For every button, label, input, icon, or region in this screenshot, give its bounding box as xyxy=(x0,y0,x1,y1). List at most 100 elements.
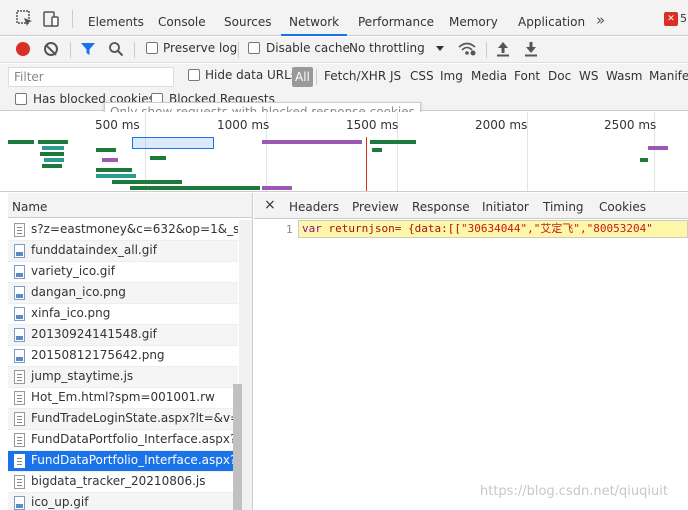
code-keyword: var xyxy=(302,222,322,235)
request-row[interactable]: 20130924141548.gif xyxy=(8,325,238,346)
request-row[interactable]: bigdata_tracker_20210806.js xyxy=(8,472,238,493)
timeline-bar xyxy=(150,156,166,160)
filter-type-fetch-xhr[interactable]: Fetch/XHR xyxy=(324,69,386,83)
timeline-bar xyxy=(96,148,116,152)
document-file-icon xyxy=(14,412,25,426)
more-tabs-chevron-icon[interactable]: » xyxy=(596,11,605,29)
request-name: bigdata_tracker_20210806.js xyxy=(31,474,206,488)
tab-network[interactable]: Network xyxy=(280,0,348,36)
watermark: https://blog.csdn.net/qiuqiuit xyxy=(480,484,668,499)
request-row[interactable]: funddataindex_all.gif xyxy=(8,241,238,262)
tab-memory[interactable]: Memory xyxy=(449,0,498,36)
tick-label: 1000 ms xyxy=(217,118,270,132)
filter-type-ws[interactable]: WS xyxy=(579,69,598,83)
request-row[interactable]: FundDataPortfolio_Interface.aspx?dt=1 xyxy=(8,430,238,451)
image-file-icon xyxy=(14,496,25,510)
tick-label: 1500 ms xyxy=(346,118,399,132)
timeline-bar xyxy=(96,174,136,178)
filter-type-media[interactable]: Media xyxy=(471,69,507,83)
filter-type-img[interactable]: Img xyxy=(440,69,463,83)
timeline-selection[interactable] xyxy=(132,137,214,149)
filter-all-button[interactable]: All xyxy=(292,67,313,87)
tab-elements[interactable]: Elements xyxy=(88,0,144,36)
filter-type-wasm[interactable]: Wasm xyxy=(606,69,642,83)
filter-type-doc[interactable]: Doc xyxy=(548,69,571,83)
tab-headers[interactable]: Headers xyxy=(289,200,339,214)
tab-timing[interactable]: Timing xyxy=(543,200,584,214)
request-name: 20130924141548.gif xyxy=(31,327,157,341)
timeline-bar xyxy=(40,152,64,156)
request-name: FundDataPortfolio_Interface.aspx?dt=1 xyxy=(31,453,238,467)
tab-initiator[interactable]: Initiator xyxy=(482,200,529,214)
request-row[interactable]: s?z=eastmoney&c=632&op=1&_sp=3 xyxy=(8,220,238,241)
request-name: xinfa_ico.png xyxy=(31,306,111,320)
image-file-icon xyxy=(14,328,25,342)
request-row[interactable]: FundTradeLoginState.aspx?lt=&v=0.97 xyxy=(8,409,238,430)
tab-application[interactable]: Application xyxy=(518,0,585,36)
image-file-icon xyxy=(14,286,25,300)
request-row[interactable]: variety_ico.gif xyxy=(8,262,238,283)
request-row[interactable]: xinfa_ico.png xyxy=(8,304,238,325)
tab-performance[interactable]: Performance xyxy=(358,0,434,36)
search-icon[interactable] xyxy=(108,41,124,57)
filter-input[interactable] xyxy=(8,67,174,87)
filter-type-js[interactable]: JS xyxy=(390,69,401,83)
filter-separator xyxy=(316,69,317,85)
network-overview-timeline[interactable]: 500 ms 1000 ms 1500 ms 2000 ms 2500 ms xyxy=(0,112,688,192)
request-name: FundDataPortfolio_Interface.aspx?dt=1 xyxy=(31,432,238,446)
tab-separator xyxy=(72,10,73,28)
request-row[interactable]: FundDataPortfolio_Interface.aspx?dt=1 xyxy=(8,451,238,472)
tab-response[interactable]: Response xyxy=(403,200,479,221)
record-icon[interactable] xyxy=(16,42,30,56)
inspect-element-icon[interactable] xyxy=(16,10,34,28)
disable-cache-checkbox[interactable] xyxy=(248,42,260,54)
request-row[interactable]: Hot_Em.html?spm=001001.rw xyxy=(8,388,238,409)
timeline-bar xyxy=(112,180,182,184)
preserve-log-checkbox[interactable] xyxy=(146,42,158,54)
import-har-icon[interactable] xyxy=(496,41,510,57)
response-code-line[interactable]: var returnjson= {data:[["30634044","艾定飞"… xyxy=(298,220,688,238)
filter-type-css[interactable]: CSS xyxy=(410,69,434,83)
hide-data-urls-label: Hide data URLs xyxy=(205,68,298,82)
close-icon[interactable]: × xyxy=(264,197,276,213)
load-event-marker xyxy=(366,137,367,191)
filter-icon[interactable] xyxy=(80,41,96,57)
toolbar-separator xyxy=(486,42,487,58)
request-row[interactable]: 20150812175642.png xyxy=(8,346,238,367)
tab-console[interactable]: Console xyxy=(158,0,206,36)
tab-cookies[interactable]: Cookies xyxy=(599,200,646,214)
request-row[interactable]: ico_up.gif xyxy=(8,493,238,510)
filter-type-font[interactable]: Font xyxy=(514,69,540,83)
clear-icon[interactable] xyxy=(44,42,58,56)
error-count[interactable]: 5 xyxy=(680,12,687,25)
scrollbar-thumb[interactable] xyxy=(233,384,242,510)
timeline-bar xyxy=(38,140,68,144)
request-row[interactable]: jump_staytime.js xyxy=(8,367,238,388)
name-column-label: Name xyxy=(12,200,48,214)
network-conditions-icon[interactable] xyxy=(458,41,476,57)
name-column-header[interactable]: Name xyxy=(8,193,252,218)
timeline-bar xyxy=(42,146,64,150)
document-file-icon xyxy=(14,433,25,447)
preserve-log-label: Preserve log xyxy=(163,41,238,55)
timeline-bar xyxy=(8,140,34,144)
filter-type-manifest[interactable]: Manifes xyxy=(649,69,688,83)
response-body[interactable]: 1 var returnjson= {data:[["30634044","艾定… xyxy=(254,219,688,510)
tab-preview[interactable]: Preview xyxy=(352,200,399,214)
throttling-select[interactable]: No throttling xyxy=(349,41,425,55)
request-detail-tabs: × Headers Preview Response Initiator Tim… xyxy=(254,193,688,221)
has-blocked-cookies-checkbox[interactable] xyxy=(15,93,27,105)
tab-sources[interactable]: Sources xyxy=(224,0,271,36)
timeline-bar xyxy=(370,140,416,144)
image-file-icon xyxy=(14,307,25,321)
request-list: s?z=eastmoney&c=632&op=1&_sp=3 funddatain… xyxy=(8,220,238,510)
request-name: 20150812175642.png xyxy=(31,348,165,362)
chevron-down-icon[interactable] xyxy=(436,46,444,51)
document-file-icon xyxy=(14,223,25,237)
hide-data-urls-checkbox[interactable] xyxy=(188,69,200,81)
export-har-icon[interactable] xyxy=(524,41,538,57)
timeline-bar xyxy=(648,146,668,150)
request-row[interactable]: dangan_ico.png xyxy=(8,283,238,304)
error-icon[interactable]: ✕ xyxy=(664,12,678,26)
device-toolbar-icon[interactable] xyxy=(42,10,60,28)
